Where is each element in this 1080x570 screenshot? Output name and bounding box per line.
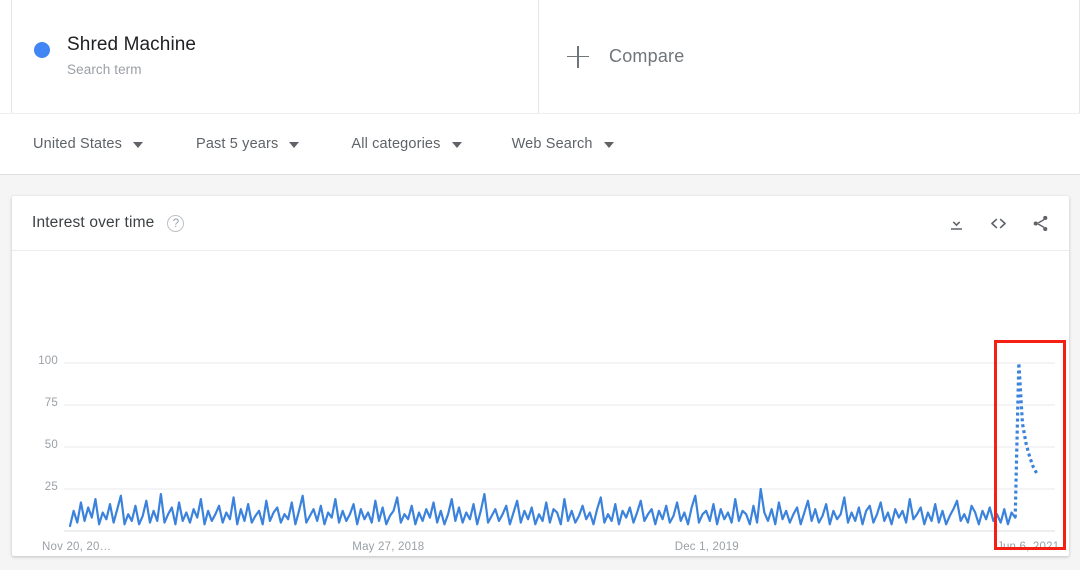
y-axis-tick-25: 25: [44, 481, 58, 493]
search-term-title: Shred Machine: [67, 33, 197, 55]
x-axis-tick-3: Jun 6, 2021: [997, 541, 1060, 553]
card-actions: [945, 196, 1051, 250]
x-axis-tick-2: Dec 1, 2019: [674, 541, 739, 553]
filter-search-type[interactable]: Web Search: [512, 114, 614, 174]
plus-icon: [567, 45, 589, 68]
filter-bar: United States Past 5 years All categorie…: [0, 113, 1080, 175]
search-term-card[interactable]: Shred Machine Search term: [11, 0, 539, 113]
search-term-subtitle: Search term: [67, 61, 142, 77]
google-trends-page: Shred Machine Search term Compare United…: [0, 0, 1080, 570]
chevron-down-icon: [603, 142, 614, 148]
share-icon[interactable]: [1029, 212, 1051, 234]
x-axis-tick-0: Nov 20, 20…: [42, 541, 112, 553]
chevron-down-icon: [133, 142, 143, 148]
help-icon[interactable]: ?: [167, 214, 185, 232]
download-icon[interactable]: [945, 212, 967, 234]
filter-time-range-label: Past 5 years: [196, 136, 279, 152]
card-header: Interest over time ?: [12, 196, 1069, 251]
search-term-bar: Shred Machine Search term Compare: [0, 0, 1080, 113]
series-color-dot: [34, 41, 50, 58]
compare-label: Compare: [609, 46, 685, 66]
filter-category-label: All categories: [351, 136, 441, 152]
filter-location-label: United States: [33, 136, 122, 152]
filter-time-range[interactable]: Past 5 years: [196, 114, 300, 174]
filter-category[interactable]: All categories: [351, 114, 462, 174]
add-comparison-button[interactable]: Compare: [539, 0, 1080, 113]
filter-search-type-label: Web Search: [511, 136, 593, 152]
interest-over-time-chart: [64, 362, 1055, 532]
chevron-down-icon: [289, 142, 300, 148]
filter-location[interactable]: United States: [33, 114, 143, 174]
chart-area[interactable]: 25 50 75 100 Nov 20, 20… May 27, 2018 Dec 1, …: [12, 251, 1069, 556]
y-axis-tick-75: 75: [44, 397, 58, 409]
interest-over-time-card: Interest over time ? 25 50 75 100 Nov 20…: [12, 196, 1069, 556]
y-axis-tick-100: 100: [38, 355, 58, 367]
card-title: Interest over time: [32, 214, 155, 231]
embed-code-icon[interactable]: [987, 212, 1009, 234]
x-axis-tick-1: May 27, 2018: [352, 541, 425, 553]
chevron-down-icon: [451, 142, 462, 148]
y-axis-tick-50: 50: [44, 439, 58, 451]
